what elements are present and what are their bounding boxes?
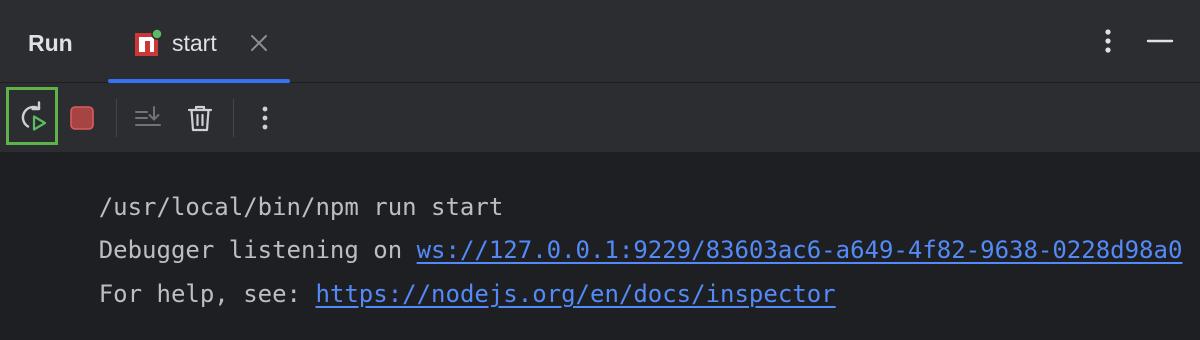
run-header: Run start (0, 0, 1200, 83)
run-tool-window: Run start /usr/local/bin/npm run start D… (0, 0, 1200, 340)
tab-label: start (172, 30, 217, 56)
minimize-icon[interactable] (1146, 27, 1174, 55)
more-options-icon[interactable] (1096, 27, 1120, 55)
help-text: For help, see: (98, 280, 316, 308)
toolbar-separator (233, 99, 234, 137)
scroll-to-end-button[interactable] (128, 83, 168, 153)
toolbar-separator (116, 99, 117, 137)
trash-icon (187, 105, 213, 132)
console-line: For help, see: https://nodejs.org/en/doc… (12, 249, 836, 339)
rerun-icon (21, 101, 47, 131)
clear-all-button[interactable] (180, 83, 220, 153)
tab-start[interactable]: start (108, 0, 290, 83)
more-options-icon (262, 106, 268, 130)
run-title: Run (28, 30, 73, 56)
inspector-docs-link[interactable]: https://nodejs.org/en/docs/inspector (315, 280, 835, 308)
rerun-button[interactable] (6, 87, 58, 145)
npm-icon (135, 29, 162, 56)
close-icon[interactable] (248, 32, 270, 54)
scroll-to-end-icon (135, 106, 161, 126)
console-output[interactable]: /usr/local/bin/npm run start Debugger li… (0, 153, 1200, 340)
stop-button[interactable] (62, 83, 102, 153)
toolbar-more-button[interactable] (245, 83, 285, 153)
run-toolbar (0, 83, 1200, 153)
stop-icon (70, 106, 94, 130)
